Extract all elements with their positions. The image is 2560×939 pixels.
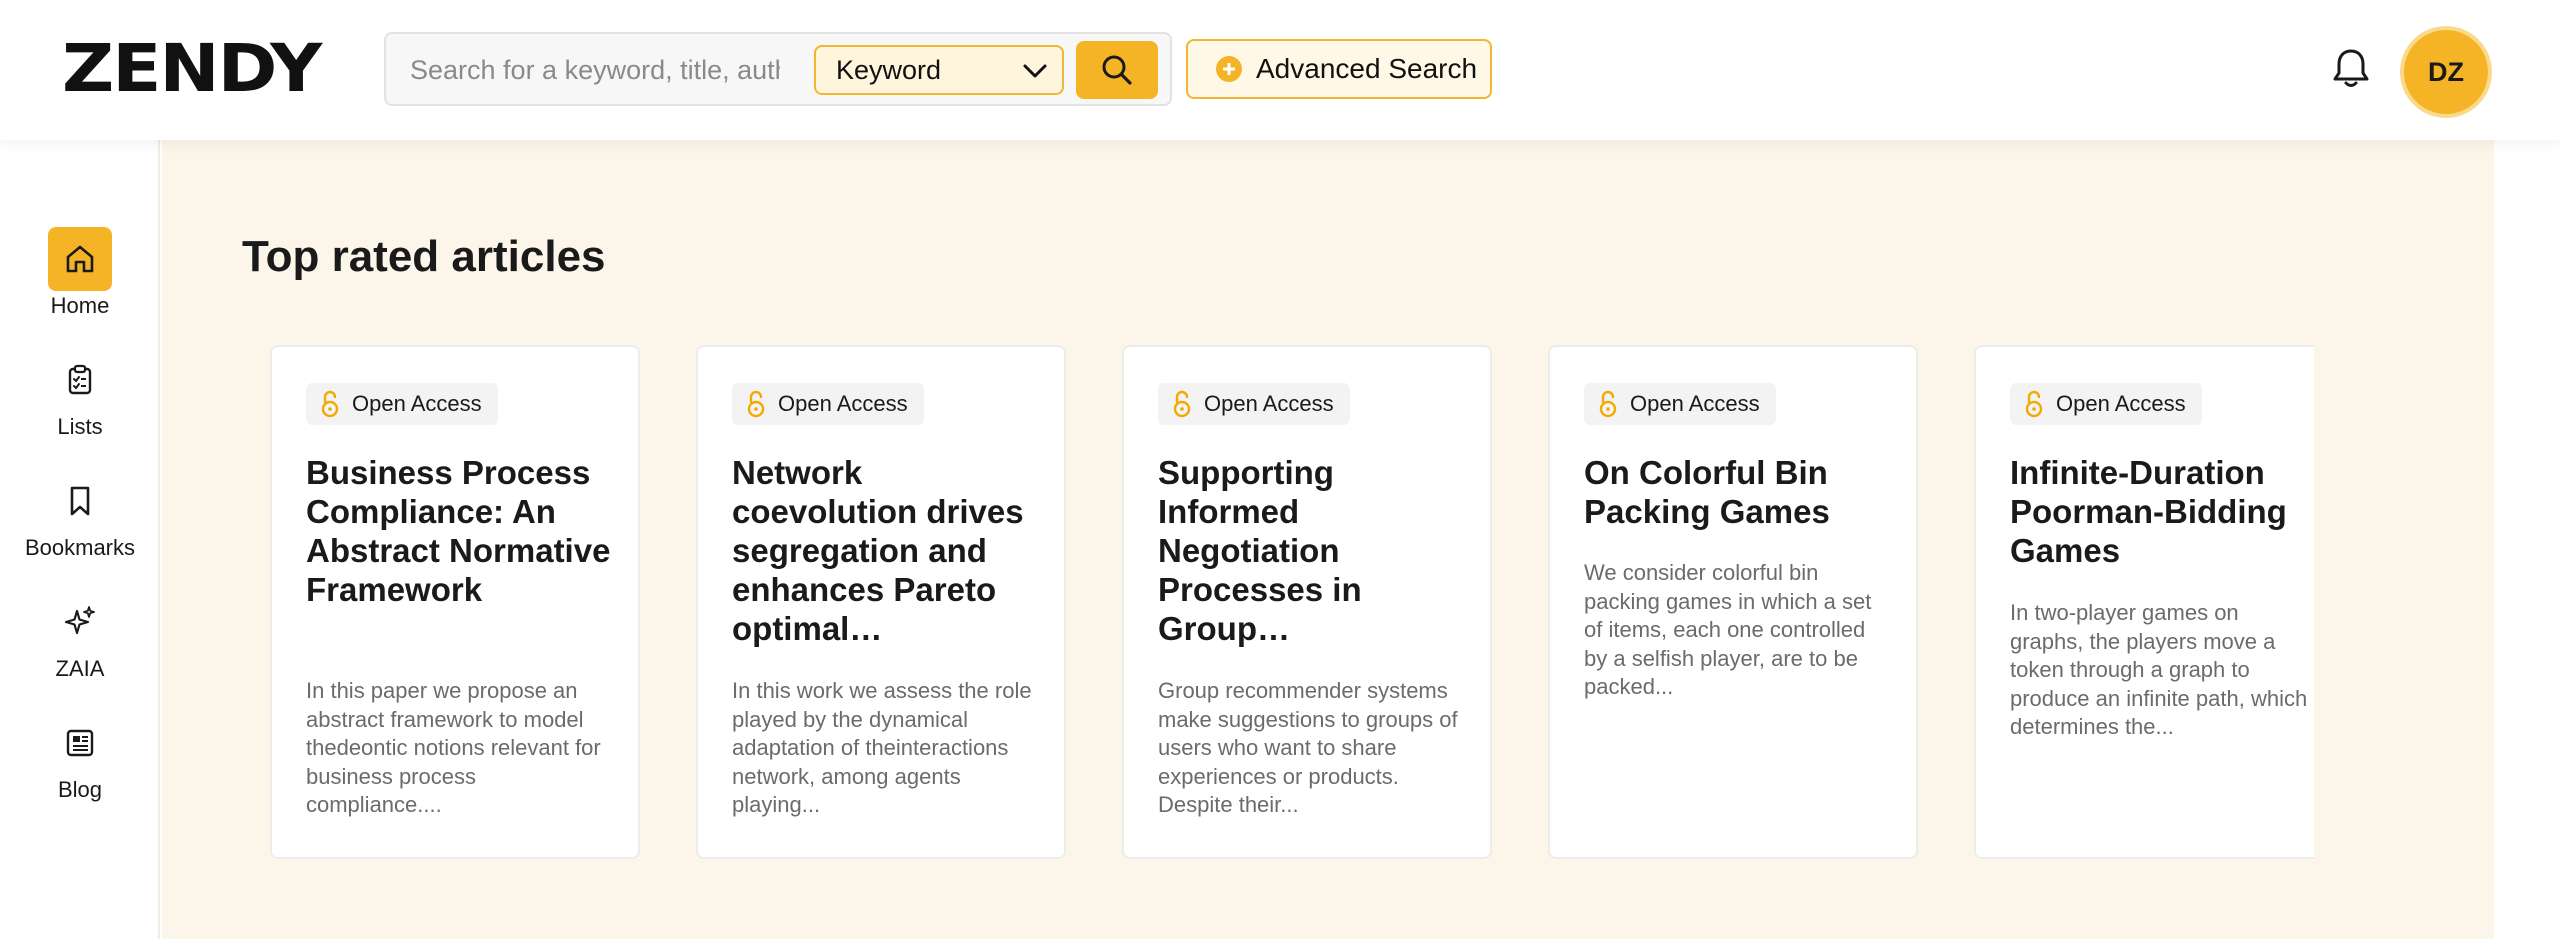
sparkle-icon [64,606,95,635]
sidebar-item-label: Home [50,293,110,318]
article-title[interactable]: Network coevolution drives segregation a… [732,453,1042,648]
top-header: ZENDY Keyword Advanced Search DZ [0,0,2560,140]
sidebar-item-lists[interactable]: Lists [0,348,160,448]
sidebar-item-blog[interactable]: Blog [0,711,160,811]
logo-text: ZENDY [62,29,322,107]
bell-icon[interactable] [2330,46,2372,90]
search-button[interactable] [1076,41,1158,99]
home-icon [66,245,94,273]
clipboard-icon-wrapper [48,348,112,412]
article-carousel: Open Access Business Process Compliance:… [270,345,2314,865]
open-access-badge: Open Access [1584,383,1776,425]
chevron-down-icon [1023,64,1047,78]
advanced-search-label: Advanced Search [1256,53,1478,84]
article-card[interactable]: Open Access Infinite-Duration Poorman-Bi… [1974,345,2314,859]
right-gutter [2494,140,2560,939]
search-bar: Keyword [384,32,1172,106]
sidebar-item-home[interactable]: Home [0,227,160,327]
section-title: Top rated articles [242,232,606,281]
search-icon [1102,55,1132,85]
open-access-badge: Open Access [306,383,498,425]
sidebar-item-label: Lists [57,414,103,439]
newspaper-icon [66,729,94,757]
bookmark-icon [70,486,90,516]
article-abstract: In this paper we propose an abstract fra… [306,678,601,817]
article-card[interactable]: Open Access Network coevolution drives s… [696,345,1066,859]
open-access-badge: Open Access [732,383,924,425]
advanced-search-button[interactable]: Advanced Search [1186,39,1492,99]
bookmark-icon-wrapper [48,469,112,533]
open-lock-icon [1599,390,1617,418]
search-mode-select[interactable]: Keyword [814,45,1064,95]
article-abstract: In this work we assess the role played b… [732,678,1032,817]
badge-label: Open Access [778,391,908,416]
article-abstract: In two-player games on graphs, the playe… [2010,600,2308,739]
sidebar-item-label: ZAIA [55,656,105,681]
open-access-badge: Open Access [1158,383,1350,425]
article-abstract: We consider colorful bin packing games i… [1584,560,1872,699]
avatar-initials: DZ [2428,56,2464,87]
article-card[interactable]: Open Access On Colorful Bin Packing Game… [1548,345,1918,859]
badge-label: Open Access [1630,391,1760,416]
article-title[interactable]: Supporting Informed Negotiation Processe… [1158,453,1468,648]
badge-label: Open Access [352,391,482,416]
sidebar-item-zaia[interactable]: ZAIA [0,590,160,690]
search-mode-value: Keyword [836,54,942,85]
clipboard-icon [68,364,92,395]
sidebar-item-bookmarks[interactable]: Bookmarks [0,469,160,569]
open-lock-icon [1173,390,1191,418]
article-title[interactable]: Infinite-Duration Poorman-Bidding Games [2010,453,2314,570]
sidebar-item-label: Blog [57,777,103,802]
user-avatar[interactable]: DZ [2404,30,2488,114]
zendy-logo[interactable]: ZENDY [62,29,322,107]
sidebar: Home Lists Bookmarks ZAIA Blog [0,140,160,939]
article-abstract: Group recommender systems make suggestio… [1158,678,1458,817]
newspaper-icon-wrapper [48,711,112,775]
sparkle-icon-wrapper [48,590,112,654]
home-icon-wrapper [48,227,112,291]
open-access-badge: Open Access [2010,383,2202,425]
open-lock-icon [747,390,765,418]
main-content: Top rated articles Open Access Business … [162,140,2560,939]
article-card[interactable]: Open Access Business Process Compliance:… [270,345,640,859]
article-title[interactable]: On Colorful Bin Packing Games [1584,453,1894,531]
badge-label: Open Access [1204,391,1334,416]
search-input[interactable] [410,48,780,92]
open-lock-icon [2025,390,2043,418]
article-title[interactable]: Business Process Compliance: An Abstract… [306,453,616,609]
sidebar-item-label: Bookmarks [24,535,136,560]
plus-circle-icon [1216,56,1242,82]
badge-label: Open Access [2056,391,2186,416]
open-lock-icon [321,390,339,418]
article-card[interactable]: Open Access Supporting Informed Negotiat… [1122,345,1492,859]
